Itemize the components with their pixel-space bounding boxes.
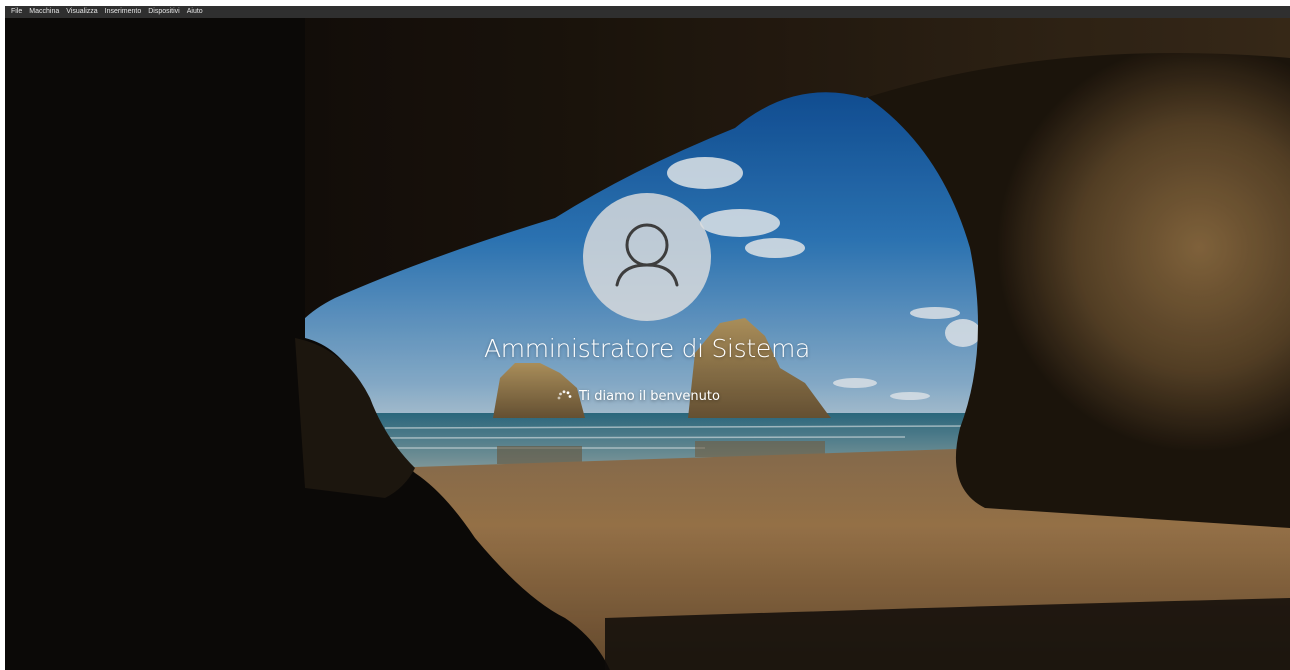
login-status: Ti diamo il benvenuto (555, 385, 720, 407)
vm-menubar: File Macchina Visualizza Inserimento Dis… (5, 6, 1290, 18)
menu-aiuto[interactable]: Aiuto (187, 6, 203, 18)
login-panel: Amministratore di Sistema Ti diamo il be… (5, 18, 1290, 670)
menu-inserimento[interactable]: Inserimento (105, 6, 142, 18)
vm-display[interactable]: Amministratore di Sistema Ti diamo il be… (5, 18, 1290, 670)
menu-visualizza[interactable]: Visualizza (66, 6, 97, 18)
user-avatar (583, 193, 711, 321)
menu-file[interactable]: File (11, 6, 22, 18)
loading-spinner-icon (557, 390, 572, 400)
status-text: Ti diamo il benvenuto (579, 388, 720, 404)
menu-dispositivi[interactable]: Dispositivi (148, 6, 180, 18)
user-icon (615, 223, 679, 287)
user-name: Amministratore di Sistema (483, 334, 811, 363)
menu-macchina[interactable]: Macchina (29, 6, 59, 18)
